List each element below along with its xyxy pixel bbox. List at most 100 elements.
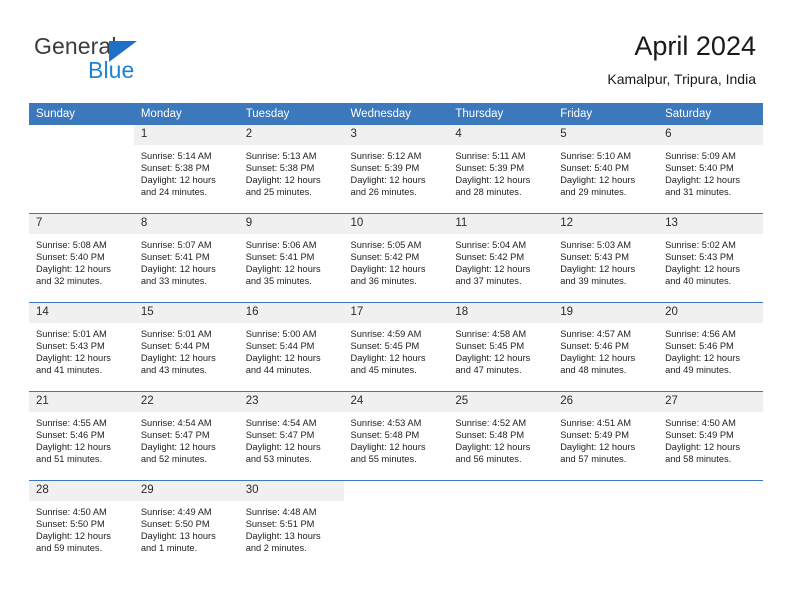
day-sunrise: Sunrise: 5:11 AM (455, 151, 526, 161)
day-cell[interactable]: 17 Sunrise: 4:59 AM Sunset: 5:45 PM Dayligh… (343, 303, 449, 391)
day-sunset: Sunset: 5:46 PM (665, 341, 734, 352)
day-sunset: Sunset: 5:51 PM (245, 519, 315, 530)
day-number: 29 (133, 481, 239, 501)
day-daylight-line2: and 36 minutes. (350, 276, 417, 287)
day-daylight-line1: Daylight: 12 hours (140, 264, 216, 275)
day-cell[interactable]: 24 Sunrise: 4:53 AM Sunset: 5:48 PM Dayligh… (343, 392, 449, 480)
day-number: 25 (448, 392, 554, 412)
day-details: Sunrise: 4:52 AM Sunset: 5:48 PM Daylight:… (448, 412, 553, 465)
day-cell[interactable]: 16 Sunrise: 5:00 AM Sunset: 5:44 PM Dayligh… (238, 303, 344, 391)
day-sunrise: Sunrise: 4:58 AM (455, 329, 527, 339)
day-cell[interactable]: 11 Sunrise: 5:04 AM Sunset: 5:42 PM Dayligh… (448, 214, 554, 302)
day-number: 5 (553, 125, 659, 145)
day-number: 21 (29, 392, 134, 412)
day-details: Sunrise: 4:49 AM Sunset: 5:50 PM Daylight:… (134, 501, 239, 554)
day-sunset: Sunset: 5:48 PM (350, 430, 420, 441)
day-sunset: Sunset: 5:48 PM (455, 430, 525, 441)
day-sunset: Sunset: 5:43 PM (665, 252, 734, 263)
calendar-header-row: Sunday Monday Tuesday Wednesday Thursday Frid… (29, 103, 763, 125)
day-cell[interactable]: 5 Sunrise: 5:10 AM Sunset: 5:40 PM Daylight… (553, 125, 659, 213)
day-details: Sunrise: 5:07 AM Sunset: 5:41 PM Daylight:… (134, 234, 239, 287)
day-cell[interactable]: 2 Sunrise: 5:13 AM Sunset: 5:38 PM Daylight… (238, 125, 344, 213)
day-details: Sunrise: 5:09 AM Sunset: 5:40 PM Daylight:… (658, 145, 763, 198)
day-sunrise: Sunrise: 4:48 AM (245, 507, 317, 517)
day-cell[interactable]: 15 Sunrise: 5:01 AM Sunset: 5:44 PM Dayligh… (133, 303, 239, 391)
day-number: 27 (658, 392, 763, 412)
day-sunset: Sunset: 5:43 PM (36, 341, 105, 352)
day-sunrise: Sunrise: 5:05 AM (350, 240, 422, 250)
weekday-header-friday: Friday (553, 103, 659, 125)
day-cell[interactable]: 30 Sunrise: 4:48 AM Sunset: 5:51 PM Dayligh… (238, 481, 344, 569)
day-sunset: Sunset: 5:39 PM (350, 163, 420, 174)
day-daylight-line2: and 37 minutes. (455, 276, 522, 287)
day-number: 16 (238, 303, 344, 323)
day-daylight-line1: Daylight: 13 hours (140, 531, 216, 542)
day-cell[interactable]: 13 Sunrise: 5:02 AM Sunset: 5:43 PM Dayligh… (658, 214, 763, 302)
day-daylight-line2: and 51 minutes. (36, 454, 103, 465)
day-cell[interactable]: 26 Sunrise: 4:51 AM Sunset: 5:49 PM Dayligh… (553, 392, 659, 480)
day-daylight-line1: Daylight: 12 hours (665, 442, 740, 453)
day-daylight-line1: Daylight: 12 hours (36, 442, 111, 453)
day-cell[interactable]: 29 Sunrise: 4:49 AM Sunset: 5:50 PM Dayligh… (133, 481, 239, 569)
day-cell[interactable]: 8 Sunrise: 5:07 AM Sunset: 5:41 PM Daylight… (133, 214, 239, 302)
day-daylight-line1: Daylight: 12 hours (455, 264, 531, 275)
day-daylight-line2: and 28 minutes. (455, 187, 522, 198)
day-cell[interactable]: 23 Sunrise: 4:54 AM Sunset: 5:47 PM Dayligh… (238, 392, 344, 480)
day-sunrise: Sunrise: 4:51 AM (560, 418, 632, 428)
day-number: 23 (238, 392, 344, 412)
day-number: 4 (448, 125, 554, 145)
day-number: 12 (553, 214, 659, 234)
day-daylight-line1: Daylight: 12 hours (350, 442, 426, 453)
day-number: 7 (29, 214, 134, 234)
day-cell[interactable]: 7 Sunrise: 5:08 AM Sunset: 5:40 PM Daylight… (29, 214, 134, 302)
day-cell[interactable]: 12 Sunrise: 5:03 AM Sunset: 5:43 PM Dayligh… (553, 214, 659, 302)
day-details: Sunrise: 4:50 AM Sunset: 5:49 PM Daylight:… (658, 412, 763, 465)
day-cell[interactable]: 20 Sunrise: 4:56 AM Sunset: 5:46 PM Dayligh… (658, 303, 763, 391)
day-cell[interactable]: 21 Sunrise: 4:55 AM Sunset: 5:46 PM Dayligh… (29, 392, 134, 480)
day-daylight-line1: Daylight: 12 hours (455, 353, 531, 364)
day-daylight-line1: Daylight: 12 hours (245, 264, 321, 275)
day-number: 28 (29, 481, 134, 501)
day-sunrise: Sunrise: 4:52 AM (455, 418, 527, 428)
day-cell[interactable]: 14 Sunrise: 5:01 AM Sunset: 5:43 PM Dayligh… (29, 303, 134, 391)
day-cell[interactable]: 6 Sunrise: 5:09 AM Sunset: 5:40 PM Daylight… (658, 125, 763, 213)
day-cell[interactable]: 19 Sunrise: 4:57 AM Sunset: 5:46 PM Dayligh… (553, 303, 659, 391)
day-daylight-line1: Daylight: 12 hours (455, 175, 531, 186)
day-daylight-line1: Daylight: 12 hours (140, 442, 216, 453)
weekday-header-monday: Monday (133, 103, 239, 125)
day-cell[interactable]: 27 Sunrise: 4:50 AM Sunset: 5:49 PM Dayligh… (658, 392, 763, 480)
day-details: Sunrise: 4:51 AM Sunset: 5:49 PM Daylight:… (553, 412, 658, 465)
day-sunset: Sunset: 5:40 PM (560, 163, 629, 174)
day-sunset: Sunset: 5:49 PM (560, 430, 629, 441)
day-details: Sunrise: 5:10 AM Sunset: 5:40 PM Daylight:… (553, 145, 658, 198)
day-daylight-line2: and 43 minutes. (140, 365, 207, 376)
day-sunset: Sunset: 5:47 PM (140, 430, 210, 441)
day-daylight-line2: and 48 minutes. (560, 365, 627, 376)
day-sunrise: Sunrise: 5:01 AM (140, 329, 212, 339)
day-number: 15 (133, 303, 239, 323)
day-details: Sunrise: 4:53 AM Sunset: 5:48 PM Daylight:… (344, 412, 449, 465)
day-details: Sunrise: 4:58 AM Sunset: 5:45 PM Daylight:… (448, 323, 553, 376)
day-cell[interactable]: 3 Sunrise: 5:12 AM Sunset: 5:39 PM Daylight… (343, 125, 449, 213)
day-cell[interactable]: 9 Sunrise: 5:06 AM Sunset: 5:41 PM Daylight… (238, 214, 344, 302)
day-cell[interactable]: 25 Sunrise: 4:52 AM Sunset: 5:48 PM Dayligh… (448, 392, 554, 480)
day-daylight-line2: and 57 minutes. (560, 454, 627, 465)
day-cell[interactable]: 22 Sunrise: 4:54 AM Sunset: 5:47 PM Dayligh… (133, 392, 239, 480)
day-number: 14 (29, 303, 134, 323)
day-details: Sunrise: 5:05 AM Sunset: 5:42 PM Daylight:… (344, 234, 449, 287)
day-daylight-line2: and 2 minutes. (245, 543, 307, 554)
day-sunrise: Sunrise: 4:59 AM (350, 329, 422, 339)
day-details: Sunrise: 5:13 AM Sunset: 5:38 PM Daylight:… (239, 145, 344, 198)
day-sunset: Sunset: 5:46 PM (36, 430, 105, 441)
day-number: 8 (133, 214, 239, 234)
calendar-week-row: 7 Sunrise: 5:08 AM Sunset: 5:40 PM Daylight… (29, 213, 763, 303)
day-number: 6 (658, 125, 763, 145)
day-daylight-line2: and 24 minutes. (140, 187, 207, 198)
calendar-week-row: 1 Sunrise: 5:14 AM Sunset: 5:38 PM Daylight… (29, 125, 763, 214)
day-cell[interactable]: 4 Sunrise: 5:11 AM Sunset: 5:39 PM Daylight… (448, 125, 554, 213)
day-cell[interactable]: 18 Sunrise: 4:58 AM Sunset: 5:45 PM Dayligh… (448, 303, 554, 391)
day-cell[interactable]: 10 Sunrise: 5:05 AM Sunset: 5:42 PM Dayligh… (343, 214, 449, 302)
day-cell[interactable]: 1 Sunrise: 5:14 AM Sunset: 5:38 PM Daylight… (133, 125, 239, 213)
day-details: Sunrise: 4:48 AM Sunset: 5:51 PM Daylight:… (239, 501, 344, 554)
day-cell[interactable]: 28 Sunrise: 4:50 AM Sunset: 5:50 PM Dayligh… (29, 481, 134, 569)
